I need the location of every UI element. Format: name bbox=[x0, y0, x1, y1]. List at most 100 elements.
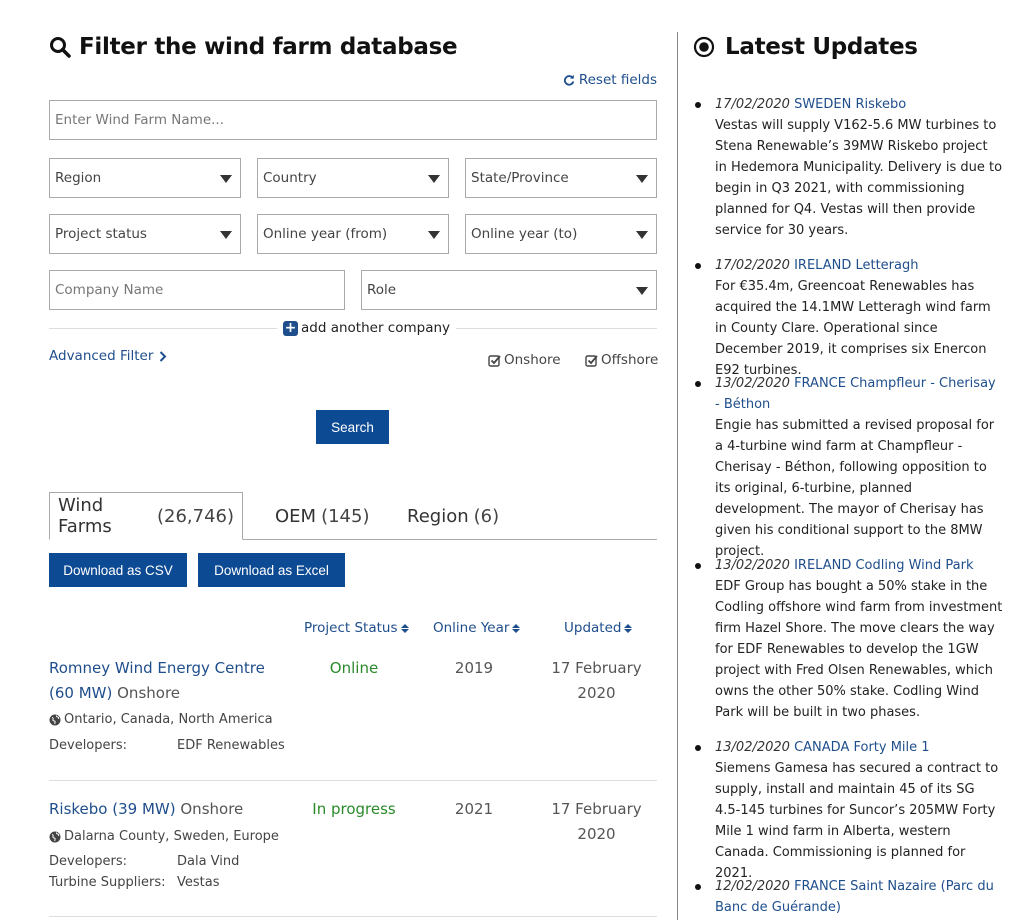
caret-down-icon bbox=[428, 231, 440, 239]
news-headline-link[interactable]: CANADA Forty Mile 1 bbox=[794, 740, 929, 755]
wind-farm-link[interactable]: Riskebo (39 MW) bbox=[49, 800, 176, 818]
onshore-label: Onshore bbox=[504, 352, 561, 368]
news-headline-link[interactable]: SWEDEN Riskebo bbox=[794, 97, 906, 112]
sort-project-status[interactable]: Project Status bbox=[304, 620, 409, 636]
news-item: 17/02/2020 SWEDEN Riskebo Vestas will sup… bbox=[693, 94, 1003, 241]
caret-down-icon bbox=[636, 287, 648, 295]
bullet bbox=[695, 102, 701, 108]
sort-online-year[interactable]: Online Year bbox=[433, 620, 521, 636]
chevron-right-icon bbox=[160, 350, 167, 362]
online-year-from-select[interactable]: Online year (from) bbox=[257, 214, 449, 254]
tab-label: Region bbox=[407, 505, 469, 527]
region-select[interactable]: Region bbox=[49, 158, 241, 198]
sort-icon bbox=[512, 623, 521, 633]
reset-fields-link[interactable]: Reset fields bbox=[563, 72, 657, 88]
news-text: Siemens Gamesa has secured a contract to… bbox=[715, 761, 999, 881]
news-headline-link[interactable]: IRELAND Codling Wind Park bbox=[794, 558, 973, 573]
project-status-value: In progress bbox=[312, 800, 396, 818]
download-excel-button[interactable]: Download as Excel bbox=[198, 553, 345, 587]
turbine-suppliers-line: Turbine Suppliers: Vestas bbox=[49, 875, 220, 890]
news-date: 13/02/2020 bbox=[715, 740, 790, 755]
wind-farm-name: Riskebo (39 MW) Onshore bbox=[49, 797, 309, 822]
news-item: 13/02/2020 IRELAND Codling Wind Park EDF … bbox=[693, 555, 1003, 723]
globe-icon bbox=[49, 831, 61, 842]
row-divider bbox=[49, 916, 657, 917]
caret-down-icon bbox=[220, 231, 232, 239]
news-text: EDF Group has bought a 50% stake in the … bbox=[715, 579, 1003, 720]
search-button-label: Search bbox=[331, 419, 374, 435]
caret-down-icon bbox=[636, 175, 648, 183]
onshore-checkbox[interactable]: Onshore bbox=[488, 352, 561, 368]
project-status-select[interactable]: Project status bbox=[49, 214, 241, 254]
meta-key: Developers: bbox=[49, 854, 128, 869]
reset-fields-label: Reset fields bbox=[578, 72, 657, 88]
country-select[interactable]: Country bbox=[257, 158, 449, 198]
country-select-value: Country bbox=[263, 170, 317, 186]
wind-farm-location: Dalarna County, Sweden, Europe bbox=[49, 829, 279, 844]
tab-label: Wind Farms bbox=[58, 495, 112, 537]
news-date: 13/02/2020 bbox=[715, 558, 790, 573]
news-text: Engie has submitted a revised proposal f… bbox=[715, 418, 995, 559]
search-icon bbox=[50, 37, 71, 58]
project-status-header: Project Status bbox=[304, 620, 398, 636]
region-select-value: Region bbox=[55, 170, 102, 186]
news-item: 13/02/2020 CANADA Forty Mile 1 Siemens Ga… bbox=[693, 737, 1003, 884]
bullet bbox=[695, 563, 701, 569]
role-select[interactable]: Role bbox=[361, 270, 657, 310]
news-date: 17/02/2020 bbox=[715, 258, 790, 273]
sort-icon bbox=[400, 623, 409, 633]
tab-label: OEM bbox=[275, 505, 317, 527]
search-button[interactable]: Search bbox=[316, 410, 389, 444]
table-row: Romney Wind Energy Centre (60 MW) Onshor… bbox=[49, 656, 657, 776]
filter-panel: Filter the wind farm database Reset fiel… bbox=[49, 30, 658, 917]
state-province-select-value: State/Province bbox=[471, 170, 569, 186]
wind-farm-location: Ontario, Canada, North America bbox=[49, 712, 273, 727]
project-status-select-value: Project status bbox=[55, 226, 147, 242]
wind-farm-type: Onshore bbox=[117, 684, 181, 702]
online-year-value: 2021 bbox=[454, 800, 494, 818]
updated-header: Updated bbox=[564, 620, 622, 636]
company-name-placeholder: Company Name bbox=[55, 282, 164, 298]
add-company-button[interactable]: + add another company bbox=[277, 320, 457, 336]
latest-updates-panel: Latest Updates 17/02/2020 SWEDEN Riskebo… bbox=[693, 30, 1003, 915]
advanced-filter-label: Advanced Filter bbox=[49, 348, 154, 364]
tab-wind-farms[interactable]: Wind Farms (26,746) bbox=[49, 492, 243, 540]
bullet bbox=[695, 884, 701, 890]
location-text: Ontario, Canada, North America bbox=[64, 712, 273, 727]
news-date: 17/02/2020 bbox=[715, 97, 790, 112]
download-csv-button[interactable]: Download as CSV bbox=[49, 553, 187, 587]
updated-value: 17 February 2020 bbox=[551, 659, 642, 702]
news-item: 12/02/2020 FRANCE Saint Nazaire (Parc du… bbox=[693, 876, 1003, 918]
bullet bbox=[695, 745, 701, 751]
wind-farm-name: Romney Wind Energy Centre (60 MW) Onshor… bbox=[49, 656, 289, 706]
sort-icon bbox=[624, 623, 633, 633]
checked-box-icon bbox=[488, 354, 501, 367]
state-province-select[interactable]: State/Province bbox=[465, 158, 657, 198]
news-date: 12/02/2020 bbox=[715, 879, 790, 894]
online-year-to-select[interactable]: Online year (to) bbox=[465, 214, 657, 254]
news-item: 13/02/2020 FRANCE Champfleur - Cherisay … bbox=[693, 373, 1003, 562]
sort-updated[interactable]: Updated bbox=[564, 620, 633, 636]
wind-farm-name-input[interactable]: Enter Wind Farm Name... bbox=[49, 100, 657, 140]
offshore-checkbox[interactable]: Offshore bbox=[585, 352, 658, 368]
updates-title-text: Latest Updates bbox=[725, 34, 918, 60]
caret-down-icon bbox=[220, 175, 232, 183]
tab-count: (6) bbox=[473, 505, 500, 527]
tab-oem[interactable]: OEM (145) bbox=[275, 492, 369, 540]
news-text: Vestas will supply V162-5.6 MW turbines … bbox=[715, 118, 1003, 238]
role-select-value: Role bbox=[367, 282, 397, 298]
company-name-input[interactable]: Company Name bbox=[49, 270, 345, 310]
table-row: Riskebo (39 MW) Onshore In progress 2021… bbox=[49, 797, 657, 917]
news-headline-link[interactable]: IRELAND Letteragh bbox=[794, 258, 918, 273]
location-text: Dalarna County, Sweden, Europe bbox=[64, 829, 279, 844]
updates-title: Latest Updates bbox=[693, 30, 1003, 64]
tab-region[interactable]: Region (6) bbox=[407, 492, 499, 540]
plus-icon: + bbox=[283, 320, 298, 336]
meta-value: Dala Vind bbox=[177, 854, 240, 869]
online-year-value: 2019 bbox=[454, 659, 494, 677]
wind-farm-type: Onshore bbox=[180, 800, 244, 818]
advanced-filter-link[interactable]: Advanced Filter bbox=[49, 348, 167, 364]
news-date: 13/02/2020 bbox=[715, 376, 790, 391]
developers-line: Developers: Dala Vind bbox=[49, 854, 239, 869]
news-text: For €35.4m, Greencoat Renewables has acq… bbox=[715, 279, 991, 378]
